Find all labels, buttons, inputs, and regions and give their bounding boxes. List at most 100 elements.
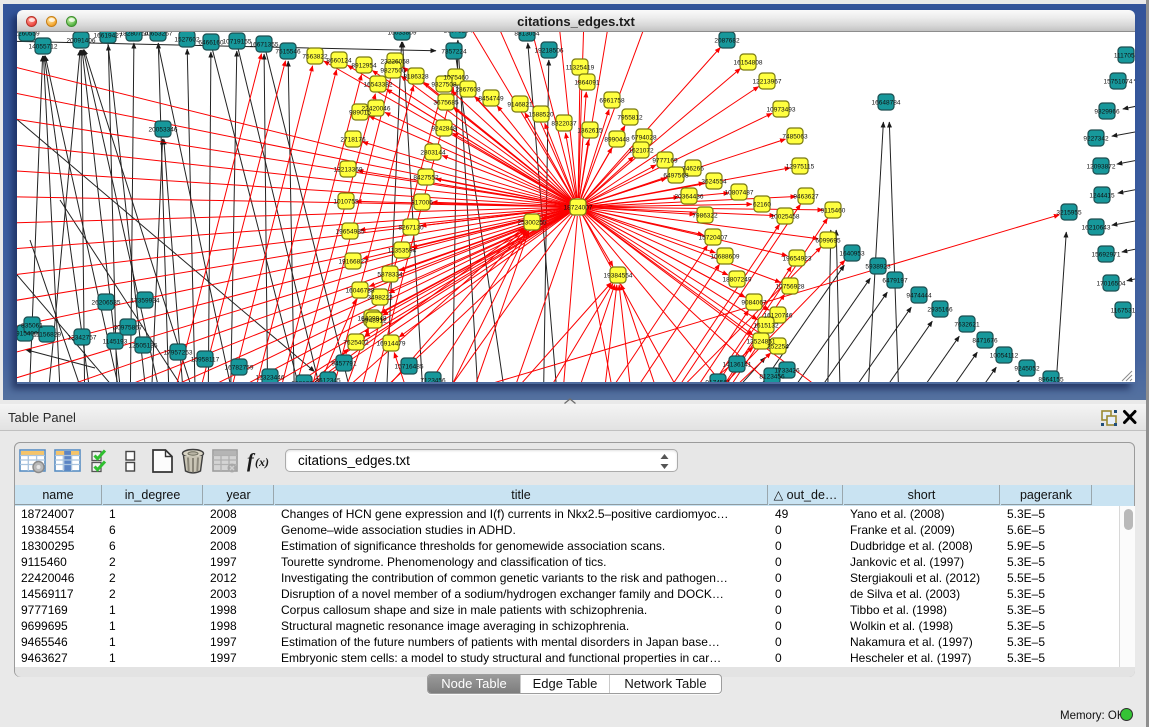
svg-text:7357224: 7357224: [441, 49, 467, 56]
svg-text:19384554: 19384554: [604, 273, 633, 280]
svg-text:9827500: 9827500: [380, 68, 406, 75]
svg-text:1733426: 1733426: [774, 368, 800, 375]
svg-text:7955812: 7955812: [617, 115, 643, 122]
svg-text:10807487: 10807487: [725, 190, 754, 197]
svg-text:18973264: 18973264: [444, 32, 473, 35]
svg-text:30975867: 30975867: [114, 325, 143, 332]
svg-text:9084067: 9084067: [741, 300, 767, 307]
svg-text:16154808: 16154808: [734, 60, 763, 67]
svg-text:12213369: 12213369: [334, 167, 363, 174]
svg-text:1145193: 1145193: [103, 339, 128, 346]
svg-text:16543382: 16543382: [364, 82, 393, 89]
svg-text:16914479: 16914479: [377, 341, 406, 348]
svg-text:20364436: 20364436: [675, 194, 704, 201]
svg-text:9948912: 9948912: [361, 318, 387, 325]
svg-text:10025458: 10025458: [771, 214, 800, 221]
svg-text:6099695: 6099695: [815, 238, 841, 245]
svg-text:15720407: 15720407: [699, 235, 728, 242]
svg-text:7632621: 7632621: [954, 322, 980, 329]
svg-text:62160: 62160: [753, 202, 771, 209]
svg-text:5938923: 5938923: [865, 264, 891, 271]
svg-text:16782759: 16782759: [225, 365, 254, 372]
svg-text:23226058: 23226058: [381, 59, 410, 66]
svg-text:1527602: 1527602: [174, 37, 200, 44]
svg-text:14136141: 14136141: [723, 362, 752, 369]
svg-text:10958117: 10958117: [191, 357, 220, 364]
svg-text:5878334: 5878334: [377, 272, 403, 279]
svg-text:9227342: 9227342: [1083, 136, 1109, 143]
svg-text:3498222: 3498222: [367, 295, 393, 302]
svg-text:11325419: 11325419: [566, 65, 595, 72]
svg-text:8123456: 8123456: [759, 374, 785, 381]
svg-text:9174561: 9174561: [705, 380, 731, 383]
svg-text:7515546: 7515546: [275, 49, 301, 56]
svg-text:8912954: 8912954: [351, 63, 377, 70]
svg-text:7123456: 7123456: [420, 378, 446, 383]
svg-text:1640953: 1640953: [839, 251, 865, 258]
svg-text:3675685: 3675685: [433, 100, 459, 107]
svg-text:16120746: 16120746: [764, 313, 793, 320]
svg-text:1117054: 1117054: [1114, 53, 1135, 60]
svg-text:16671355: 16671355: [250, 42, 279, 49]
svg-text:10653267: 10653267: [144, 32, 173, 38]
svg-text:14055712: 14055712: [29, 44, 58, 51]
svg-text:15716485: 15716485: [395, 364, 424, 371]
svg-text:3215955: 3215955: [1056, 210, 1082, 217]
svg-text:8322037: 8322037: [551, 121, 577, 128]
svg-text:1075460: 1075460: [443, 75, 469, 82]
svg-text:252254: 252254: [767, 344, 789, 351]
svg-text:2718176: 2718176: [340, 137, 366, 144]
svg-text:17016504: 17016504: [1097, 281, 1126, 288]
svg-text:16033809: 16033809: [388, 32, 417, 37]
svg-text:2087682: 2087682: [714, 38, 740, 45]
svg-text:12323446: 12323446: [256, 375, 285, 382]
svg-text:16210643: 16210643: [1082, 225, 1111, 232]
svg-text:3624554: 3624554: [701, 179, 727, 186]
svg-text:12093872: 12093872: [1087, 164, 1116, 171]
svg-text:9777169: 9777169: [652, 158, 678, 165]
svg-text:16648784: 16648784: [872, 100, 901, 107]
svg-text:15751074: 15751074: [1104, 79, 1133, 86]
svg-text:7485063: 7485063: [782, 134, 808, 141]
svg-text:1010755: 1010755: [333, 199, 359, 206]
svg-text:9115460: 9115460: [821, 208, 846, 215]
svg-text:9463627: 9463627: [793, 194, 819, 201]
svg-text:835061: 835061: [21, 323, 43, 330]
svg-text:18724007: 18724007: [564, 205, 593, 212]
svg-text:12975115: 12975115: [786, 164, 815, 171]
svg-text:2260559: 2260559: [17, 32, 40, 38]
svg-text:17957253: 17957253: [164, 350, 193, 357]
svg-text:9581234: 9581234: [291, 381, 317, 383]
svg-text:10719155: 10719155: [223, 39, 252, 46]
svg-text:817006: 817006: [411, 200, 433, 207]
svg-text:19654985: 19654985: [336, 229, 365, 236]
svg-text:2935166: 2935166: [927, 307, 953, 314]
svg-text:2867608: 2867608: [455, 87, 481, 94]
svg-text:12505135: 12505135: [129, 343, 158, 350]
svg-text:6961758: 6961758: [599, 98, 625, 105]
svg-text:8471676: 8471676: [972, 338, 998, 345]
svg-text:17359934: 17359934: [131, 298, 160, 305]
svg-text:9245052: 9245052: [1014, 366, 1040, 373]
svg-text:1621072: 1621072: [628, 148, 654, 155]
svg-text:6479197: 6479197: [882, 278, 908, 285]
svg-text:7563822: 7563822: [302, 54, 328, 61]
svg-text:1244415: 1244415: [1089, 193, 1115, 200]
svg-text:6466160: 6466160: [198, 40, 224, 47]
svg-text:1615132: 1615132: [753, 323, 779, 330]
svg-text:15692971: 15692971: [1092, 252, 1121, 259]
svg-text:8964155: 8964155: [1038, 377, 1064, 383]
svg-text:9146821: 9146821: [507, 102, 533, 109]
svg-text:19654923: 19654923: [783, 256, 812, 263]
svg-text:8267130: 8267130: [398, 225, 424, 232]
svg-text:746266: 746266: [682, 166, 704, 173]
svg-text:25300255: 25300255: [518, 220, 547, 227]
svg-text:22420046: 22420046: [362, 106, 391, 113]
svg-text:1864091: 1864091: [574, 80, 600, 87]
svg-text:9242848: 9242848: [431, 126, 457, 133]
svg-text:8813054: 8813054: [514, 32, 540, 38]
svg-text:16046788: 16046788: [346, 288, 375, 295]
svg-text:8612345: 8612345: [315, 378, 341, 383]
svg-text:1588520: 1588520: [528, 112, 554, 119]
svg-text:8660124: 8660124: [326, 58, 352, 65]
